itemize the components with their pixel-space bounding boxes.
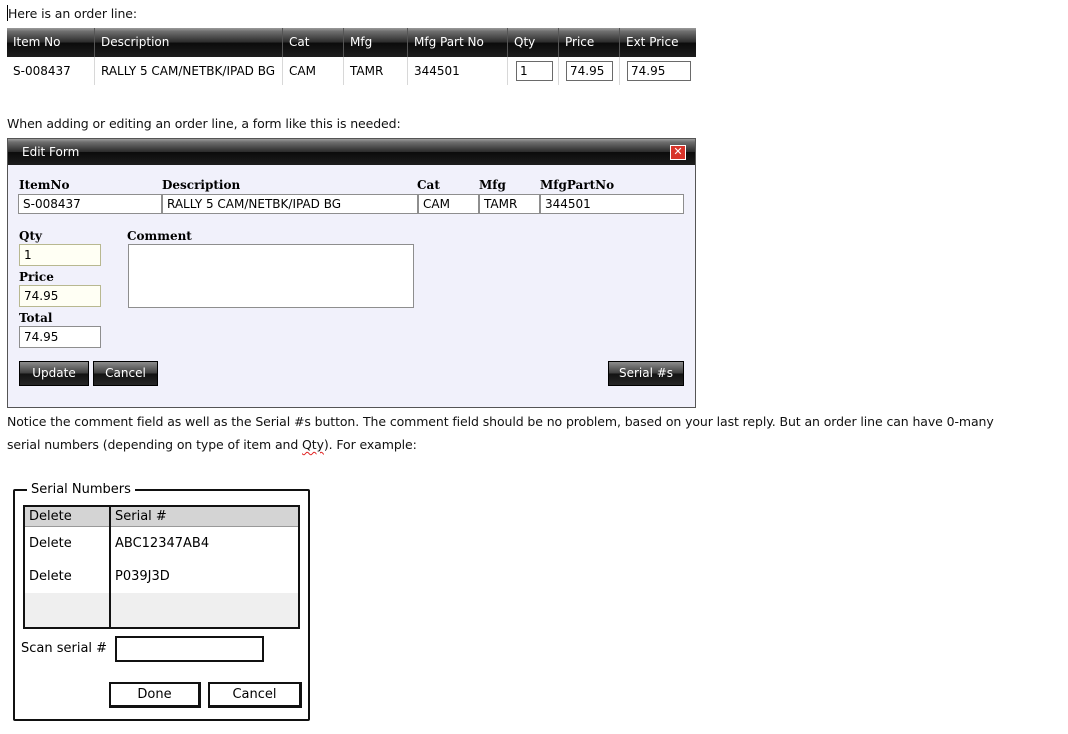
serial-value: P039J3D xyxy=(115,569,170,584)
header-delete: Delete xyxy=(29,509,72,524)
serial-value: ABC12347AB4 xyxy=(115,536,210,551)
table-row[interactable]: S-008437 RALLY 5 CAM/NETBK/IPAD BG CAM T… xyxy=(7,57,696,85)
label-mfg: Mfg xyxy=(479,178,506,192)
cat-field[interactable]: CAM xyxy=(418,194,479,214)
header-description[interactable]: Description xyxy=(95,28,283,57)
form-intro-text: When adding or editing an order line, a … xyxy=(7,116,401,131)
item-no-field[interactable]: S-008437 xyxy=(18,194,162,214)
grid-header: Item No Description Cat Mfg Mfg Part No … xyxy=(7,28,696,57)
ext-price-input[interactable]: 74.95 xyxy=(627,61,691,81)
header-price[interactable]: Price xyxy=(559,28,620,57)
label-mfg-part-no: MfgPartNo xyxy=(540,178,615,192)
done-button[interactable]: Done xyxy=(109,682,201,708)
label-qty: Qty xyxy=(19,229,42,243)
mfg-field[interactable]: TAMR xyxy=(479,194,540,214)
label-total: Total xyxy=(19,311,53,325)
table-row: Delete ABC12347AB4 xyxy=(25,527,298,560)
notice-line-2-start: serial numbers (depending on type of ite… xyxy=(7,437,303,452)
label-cat: Cat xyxy=(417,178,440,192)
label-price: Price xyxy=(19,270,54,284)
mfg-part-no-field[interactable]: 344501 xyxy=(540,194,684,214)
label-item-no: ItemNo xyxy=(19,178,70,192)
close-icon[interactable]: ✕ xyxy=(670,145,686,160)
serial-numbers-button[interactable]: Serial #s xyxy=(608,361,684,386)
header-cat[interactable]: Cat xyxy=(283,28,344,57)
header-qty[interactable]: Qty xyxy=(508,28,559,57)
label-description: Description xyxy=(162,178,241,192)
price-field[interactable]: 74.95 xyxy=(19,285,101,307)
scan-serial-label: Scan serial # xyxy=(21,641,108,656)
cancel-button[interactable]: Cancel xyxy=(93,361,158,386)
header-mfg[interactable]: Mfg xyxy=(344,28,408,57)
header-serial: Serial # xyxy=(115,509,167,524)
form-title-bar: Edit Form ✕ xyxy=(8,139,695,165)
cell-mfg-part-no: 344501 xyxy=(408,57,508,85)
table-row-empty xyxy=(25,593,298,627)
notice-line-2-spell: Qty xyxy=(302,437,324,452)
cell-description: RALLY 5 CAM/NETBK/IPAD BG xyxy=(95,57,283,85)
intro-text-content: Here is an order line: xyxy=(8,6,138,21)
notice-line-2: serial numbers (depending on type of ite… xyxy=(7,434,417,455)
cell-mfg: TAMR xyxy=(344,57,408,85)
total-field[interactable]: 74.95 xyxy=(19,326,101,348)
price-input[interactable]: 74.95 xyxy=(566,61,613,81)
serial-cancel-button[interactable]: Cancel xyxy=(208,682,302,708)
serial-table-header: Delete Serial # xyxy=(25,507,298,527)
form-title: Edit Form xyxy=(22,145,80,159)
header-ext-price[interactable]: Ext Price xyxy=(620,28,696,57)
intro-text: Here is an order line: xyxy=(7,3,137,24)
description-field[interactable]: RALLY 5 CAM/NETBK/IPAD BG xyxy=(162,194,418,214)
label-comment: Comment xyxy=(127,229,192,243)
qty-field[interactable]: 1 xyxy=(19,244,101,266)
notice-line-2-end: ). For example: xyxy=(323,437,417,452)
comment-textarea[interactable] xyxy=(128,244,414,308)
header-item-no[interactable]: Item No xyxy=(7,28,95,57)
column-divider xyxy=(109,507,111,627)
update-button[interactable]: Update xyxy=(19,361,89,386)
notice-line-1: Notice the comment field as well as the … xyxy=(7,414,994,429)
delete-link[interactable]: Delete xyxy=(25,527,72,560)
cell-cat: CAM xyxy=(283,57,344,85)
edit-form: Edit Form ✕ ItemNo Description Cat Mfg M… xyxy=(7,138,696,408)
serial-numbers-panel: Serial Numbers Delete Serial # Delete AB… xyxy=(13,482,310,721)
qty-input[interactable]: 1 xyxy=(516,61,553,81)
cell-item-no: S-008437 xyxy=(7,57,95,85)
delete-link[interactable]: Delete xyxy=(25,560,72,593)
serial-numbers-legend: Serial Numbers xyxy=(27,482,135,498)
scan-serial-input[interactable] xyxy=(115,636,264,662)
header-mfg-part-no[interactable]: Mfg Part No xyxy=(408,28,508,57)
table-row: Delete P039J3D xyxy=(25,560,298,593)
serial-numbers-table: Delete Serial # Delete ABC12347AB4 Delet… xyxy=(23,505,300,629)
order-line-grid: Item No Description Cat Mfg Mfg Part No … xyxy=(7,28,696,85)
